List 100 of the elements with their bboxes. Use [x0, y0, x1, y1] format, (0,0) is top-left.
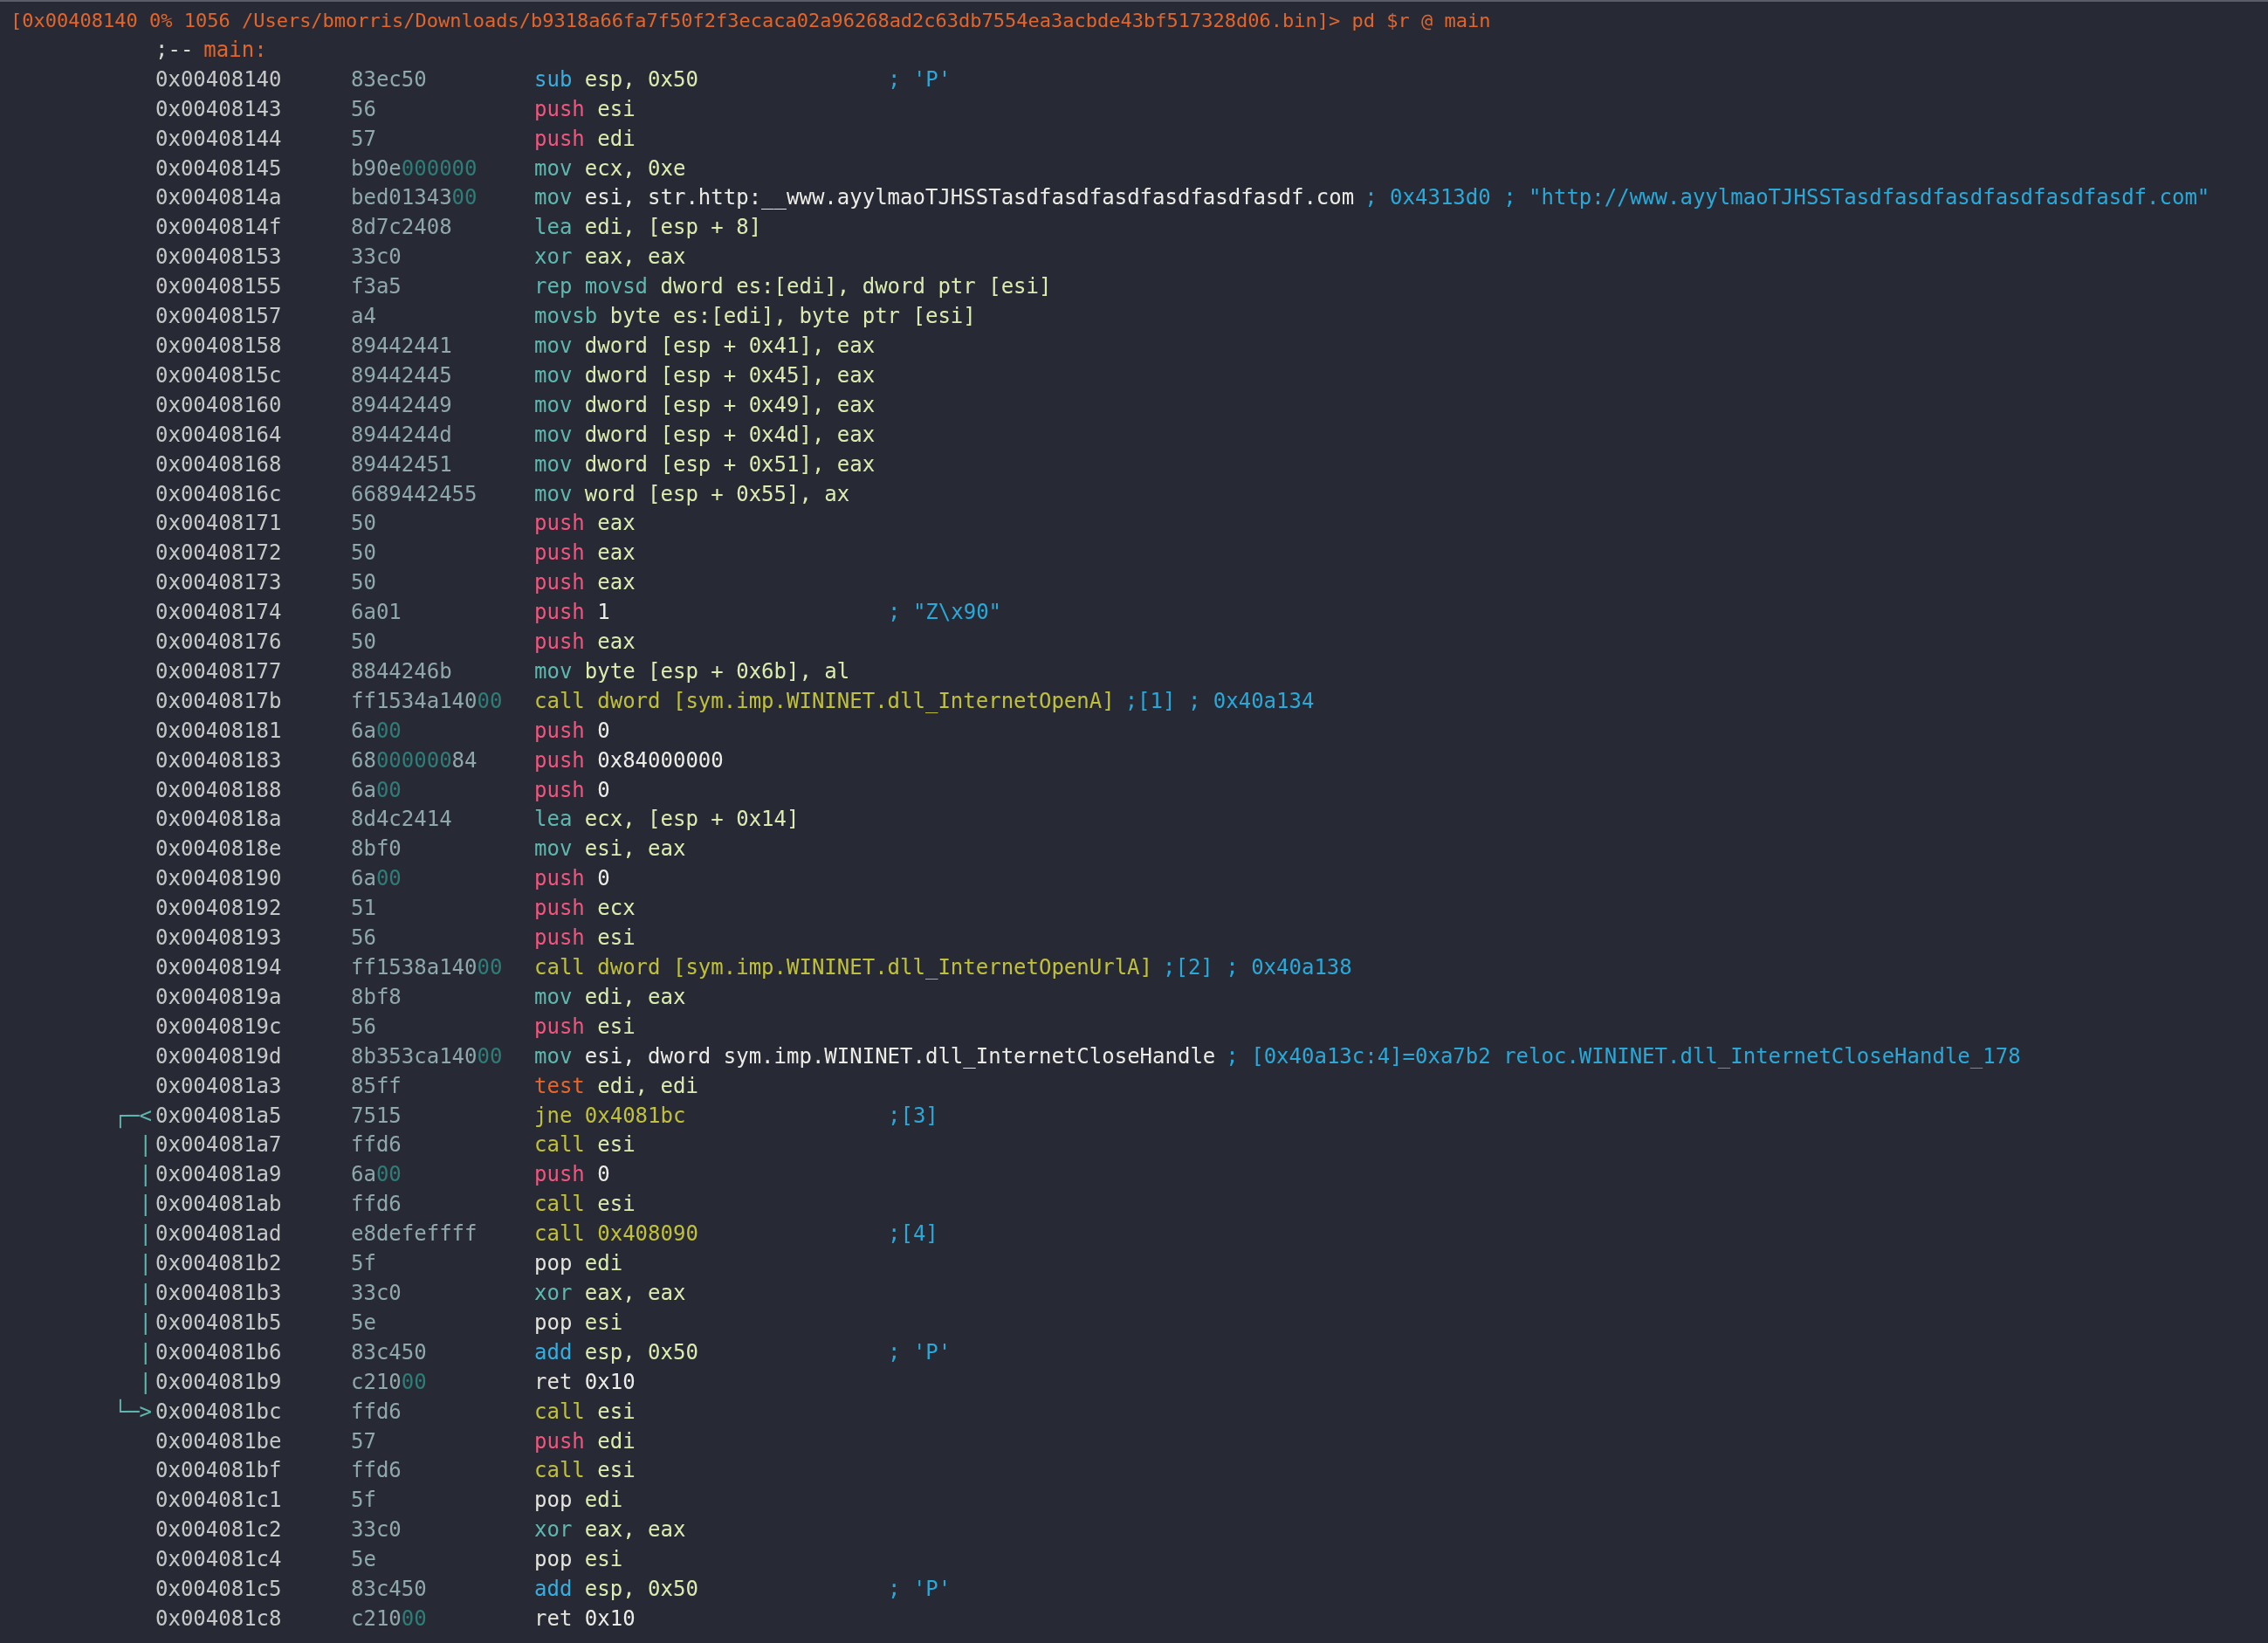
opcode-bytes: 8bf0	[351, 835, 402, 863]
flag-prefix: ;--	[155, 36, 194, 64]
instruction: mov esi, str.http:__www.ayylmaoTJHSSTasdfasdfasdfasdfasdfasdf.com	[534, 184, 1355, 212]
address: 0x00408143	[155, 95, 283, 123]
instruction: pop edi	[534, 1487, 624, 1515]
opcode-bytes: 6a00	[351, 865, 402, 893]
jump-arrow: |	[139, 1161, 152, 1189]
jump-arrow: |	[139, 1279, 152, 1307]
opcode-bytes: 5f	[351, 1250, 377, 1278]
instruction: push esi	[534, 95, 636, 123]
opcode-bytes: ffd6	[351, 1131, 402, 1159]
address: 0x004081a7	[155, 1131, 283, 1159]
address: 0x0040814f	[155, 214, 283, 242]
address: 0x004081a9	[155, 1161, 283, 1189]
opcode-bytes: 8844246b	[351, 657, 453, 685]
comment: ;[2] ; 0x40a138	[1163, 954, 1352, 981]
instruction: mov edi, eax	[534, 983, 687, 1011]
opcode-bytes: 6800000084	[351, 746, 478, 774]
instruction: xor eax, eax	[534, 1279, 687, 1307]
instruction: push 0	[534, 1161, 611, 1189]
address: 0x004081c8	[155, 1605, 283, 1633]
instruction: push 1	[534, 599, 611, 627]
command-prompt[interactable]: [0x00408140 0% 1056 /Users/bmorris/Downloads/b9318a66fa7f50f2f3ecaca02a96268ad2c63db7554ea3acbde43bf517328d06.bin]> pd $r @ main	[10, 6, 1491, 36]
instruction: push eax	[534, 540, 636, 567]
opcode-bytes: 8d7c2408	[351, 214, 453, 242]
instruction: test edi, edi	[534, 1072, 699, 1100]
address: 0x00408145	[155, 155, 283, 182]
instruction: xor eax, eax	[534, 244, 687, 272]
opcode-bytes: c21000	[351, 1605, 428, 1633]
instruction: mov dword [esp + 0x45], eax	[534, 361, 876, 389]
address: 0x00408157	[155, 303, 283, 331]
instruction: pop edi	[534, 1250, 624, 1278]
instruction: push eax	[534, 569, 636, 597]
instruction: mov esi, eax	[534, 835, 687, 863]
instruction: pop esi	[534, 1546, 624, 1574]
instruction: push eax	[534, 510, 636, 538]
instruction: mov ecx, 0xe	[534, 155, 687, 182]
instruction: push esi	[534, 925, 636, 952]
address: 0x00408177	[155, 657, 283, 685]
opcode-bytes: 6a00	[351, 1161, 402, 1189]
instruction: push 0x84000000	[534, 746, 725, 774]
address: 0x00408181	[155, 717, 283, 745]
instruction: push 0	[534, 717, 611, 745]
address: 0x0040818a	[155, 806, 283, 834]
opcode-bytes: 57	[351, 125, 377, 153]
instruction: push 0	[534, 776, 611, 804]
address: 0x00408140	[155, 65, 283, 93]
opcode-bytes: 89442445	[351, 361, 453, 389]
instruction: lea ecx, [esp + 0x14]	[534, 806, 801, 834]
opcode-bytes: ff1534a14000	[351, 687, 504, 715]
opcode-bytes: 57	[351, 1427, 377, 1455]
comment: ; [0x40a13c:4]=0xa7b2 reloc.WININET.dll_InternetCloseHandle_178	[1226, 1042, 2021, 1070]
address: 0x004081b6	[155, 1338, 283, 1366]
instruction: push eax	[534, 629, 636, 657]
comment: ; 'P'	[888, 65, 952, 93]
jump-arrow: |	[139, 1250, 152, 1278]
address: 0x0040817b	[155, 687, 283, 715]
opcode-bytes: 6a01	[351, 599, 402, 627]
address: 0x004081be	[155, 1427, 283, 1455]
opcode-bytes: 83ec50	[351, 65, 428, 93]
address: 0x00408188	[155, 776, 283, 804]
instruction: push esi	[534, 1013, 636, 1041]
opcode-bytes: 56	[351, 95, 377, 123]
opcode-bytes: f3a5	[351, 273, 402, 301]
jump-arrow: └─>	[113, 1398, 152, 1426]
opcode-bytes: 33c0	[351, 244, 402, 272]
instruction: push 0	[534, 865, 611, 893]
opcode-bytes: 50	[351, 629, 377, 657]
instruction: call 0x408090	[534, 1220, 699, 1248]
address: 0x00408144	[155, 125, 283, 153]
instruction: call esi	[534, 1457, 636, 1485]
instruction: push ecx	[534, 895, 636, 923]
function-label: main:	[203, 36, 267, 64]
address: 0x004081ab	[155, 1191, 283, 1219]
address: 0x004081c1	[155, 1487, 283, 1515]
jump-arrow: ┌─<	[113, 1102, 152, 1131]
opcode-bytes: 83c450	[351, 1338, 428, 1366]
opcode-bytes: b90e000000	[351, 155, 478, 182]
address: 0x00408168	[155, 450, 283, 478]
address: 0x00408183	[155, 746, 283, 774]
address: 0x004081b2	[155, 1250, 283, 1278]
address: 0x004081bc	[155, 1398, 283, 1426]
jump-arrow: |	[139, 1131, 152, 1159]
address: 0x0040818e	[155, 835, 283, 863]
instruction: call dword [sym.imp.WININET.dll_InternetOpenUrlA]	[534, 954, 1152, 981]
address: 0x0040815c	[155, 361, 283, 389]
opcode-bytes: c21000	[351, 1368, 428, 1396]
address: 0x004081c4	[155, 1546, 283, 1574]
instruction: call esi	[534, 1398, 636, 1426]
instruction: sub esp, 0x50	[534, 65, 699, 93]
instruction: mov dword [esp + 0x51], eax	[534, 450, 876, 478]
address: 0x00408193	[155, 925, 283, 952]
instruction: xor eax, eax	[534, 1516, 687, 1544]
opcode-bytes: 5e	[351, 1546, 377, 1574]
address: 0x004081a3	[155, 1072, 283, 1100]
opcode-bytes: 8d4c2414	[351, 806, 453, 834]
address: 0x00408160	[155, 391, 283, 419]
opcode-bytes: 89442451	[351, 450, 453, 478]
instruction: mov byte [esp + 0x6b], al	[534, 657, 851, 685]
instruction: rep movsd dword es:[edi], dword ptr [esi]	[534, 273, 1052, 301]
